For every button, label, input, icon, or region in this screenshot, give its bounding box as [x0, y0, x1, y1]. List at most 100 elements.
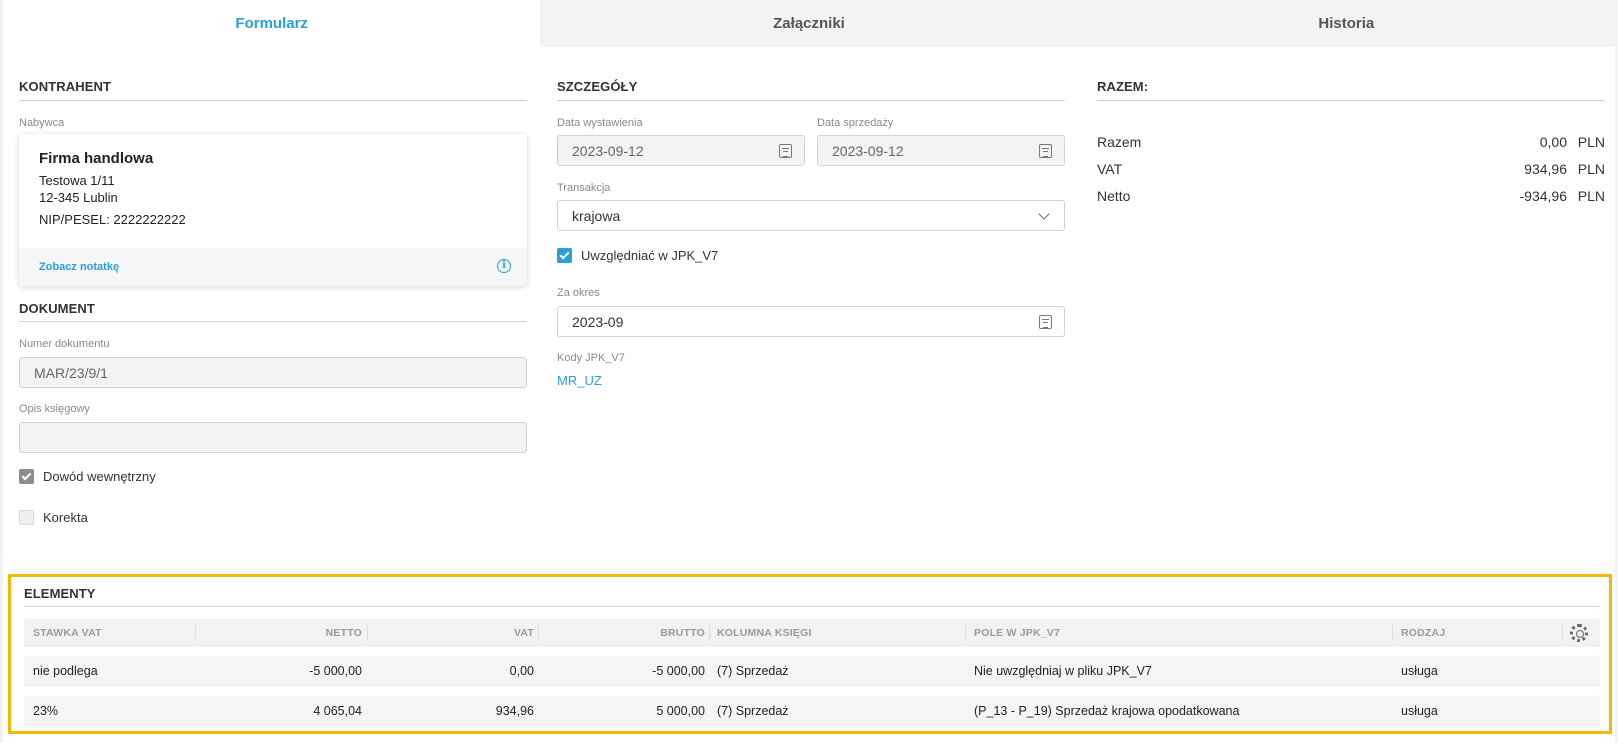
divider	[1097, 100, 1605, 101]
summary-value: 0,00	[1539, 134, 1567, 150]
summary-row: Netto -934,96 PLN	[1097, 188, 1605, 208]
cell-rodzaj: usługa	[1401, 704, 1438, 718]
table-header: STAWKA VAT NETTO VAT BRUTTO KOLUMNA KSIĘ…	[24, 619, 1600, 647]
elements-title: ELEMENTY	[24, 586, 96, 601]
elements-section: ELEMENTY STAWKA VAT NETTO VAT BRUTTO KOL…	[8, 574, 1612, 734]
internal-proof-checkbox[interactable]	[19, 469, 34, 484]
summary-label: VAT	[1097, 161, 1123, 177]
buyer-address-line2: 12-345 Lublin	[39, 190, 118, 205]
summary-value: 934,96	[1524, 161, 1567, 177]
buyer-nip: NIP/PESEL: 2222222222	[39, 212, 186, 227]
cell-brutto: -5 000,00	[652, 664, 705, 678]
summary-label: Netto	[1097, 188, 1131, 204]
form-panel: Formularz Załączniki Historia KONTRAHENT…	[3, 0, 1615, 743]
internal-proof-label: Dowód wewnętrzny	[43, 469, 156, 484]
transaction-select[interactable]: krajowa	[557, 200, 1065, 231]
cell-brutto: 5 000,00	[656, 704, 705, 718]
sale-date-value: 2023-09-12	[832, 142, 904, 159]
summary-row: Razem 0,00 PLN	[1097, 134, 1605, 154]
divider	[19, 100, 527, 101]
cell-kolumna-ksiegi: (7) Sprzedaż	[717, 664, 789, 678]
document-number-field[interactable]: MAR/23/9/1	[19, 357, 527, 388]
table-row[interactable]: nie podlega -5 000,00 0,00 -5 000,00 (7)…	[24, 656, 1600, 687]
cell-kolumna-ksiegi: (7) Sprzedaż	[717, 704, 789, 718]
kontrahent-title: KONTRAHENT	[19, 79, 111, 94]
cell-stawka-vat: 23%	[33, 704, 59, 718]
col-pole-jpk[interactable]: POLE W JPK_V7	[974, 619, 1060, 647]
gear-icon[interactable]	[1570, 624, 1588, 642]
issue-date-value: 2023-09-12	[572, 142, 644, 159]
jpk-label: Uwzględniać w JPK_V7	[581, 248, 719, 263]
col-rodzaj[interactable]: RODZAJ	[1401, 619, 1445, 647]
column-separator[interactable]	[538, 625, 539, 641]
calendar-icon[interactable]	[1039, 315, 1052, 329]
tab-formularz[interactable]: Formularz	[3, 0, 541, 47]
cell-netto: -5 000,00	[309, 664, 362, 678]
cell-stawka-vat: nie podlega	[33, 664, 98, 678]
dokument-title: DOKUMENT	[19, 301, 95, 316]
buyer-card-footer: Zobacz notatkę i	[19, 248, 527, 286]
tab-zalaczniki[interactable]: Załączniki	[540, 0, 1077, 47]
calendar-icon[interactable]	[1039, 144, 1052, 158]
check-icon	[21, 470, 32, 481]
col-stawka-vat[interactable]: STAWKA VAT	[33, 619, 102, 647]
sale-date-label: Data sprzedaży	[817, 117, 894, 129]
divider	[557, 100, 1065, 101]
document-number-label: Numer dokumentu	[19, 338, 110, 350]
sale-date-field[interactable]: 2023-09-12	[817, 135, 1065, 166]
summary-label: Razem	[1097, 134, 1142, 150]
document-number-value: MAR/23/9/1	[34, 364, 108, 381]
calendar-icon[interactable]	[779, 144, 792, 158]
column-separator[interactable]	[709, 625, 710, 641]
see-note-link[interactable]: Zobacz notatkę	[39, 261, 119, 273]
period-label: Za okres	[557, 287, 600, 299]
table-row[interactable]: 23% 4 065,04 934,96 5 000,00 (7) Sprzeda…	[24, 696, 1600, 727]
summary-currency: PLN	[1577, 188, 1605, 204]
column-separator[interactable]	[367, 625, 368, 641]
transaction-value: krajowa	[572, 207, 621, 224]
col-netto[interactable]: NETTO	[204, 619, 362, 647]
column-separator[interactable]	[1562, 625, 1563, 641]
col-brutto[interactable]: BRUTTO	[544, 619, 705, 647]
tab-historia[interactable]: Historia	[1078, 0, 1615, 47]
jpk-checkbox[interactable]	[557, 248, 572, 263]
transaction-label: Transakcja	[557, 182, 611, 194]
period-value: 2023-09	[572, 313, 624, 330]
col-kolumna-ksiegi[interactable]: KOLUMNA KSIĘGI	[717, 619, 812, 647]
issue-date-field[interactable]: 2023-09-12	[557, 135, 805, 166]
summary-currency: PLN	[1577, 134, 1605, 150]
buyer-address-line1: Testowa 1/11	[39, 173, 115, 188]
period-field[interactable]: 2023-09	[557, 306, 1065, 337]
info-icon[interactable]: i	[497, 259, 511, 273]
jpk-code-link[interactable]: MR_UZ	[557, 373, 602, 388]
divider	[24, 606, 1600, 607]
check-icon	[559, 249, 570, 260]
szczegoly-title: SZCZEGÓŁY	[557, 79, 638, 94]
cell-pole-jpk: Nie uwzględniaj w pliku JPK_V7	[974, 664, 1152, 678]
description-label: Opis księgowy	[19, 403, 90, 415]
cell-vat: 934,96	[495, 704, 534, 718]
buyer-label: Nabywca	[19, 117, 65, 129]
summary-row: VAT 934,96 PLN	[1097, 161, 1605, 181]
jpk-codes-label: Kody JPK_V7	[557, 352, 625, 364]
issue-date-label: Data wystawienia	[557, 117, 643, 129]
summary-currency: PLN	[1577, 161, 1605, 177]
buyer-name: Firma handlowa	[39, 150, 154, 167]
cell-rodzaj: usługa	[1401, 664, 1438, 678]
correction-label: Korekta	[43, 510, 88, 525]
tab-bar: Formularz Załączniki Historia	[3, 0, 1615, 47]
cell-netto: 4 065,04	[313, 704, 362, 718]
divider	[19, 321, 527, 322]
column-separator[interactable]	[965, 625, 966, 641]
column-separator[interactable]	[1392, 625, 1393, 641]
col-vat[interactable]: VAT	[374, 619, 534, 647]
summary-value: -934,96	[1519, 188, 1567, 204]
description-field[interactable]	[19, 422, 527, 453]
cell-pole-jpk: (P_13 - P_19) Sprzedaż krajowa opodatkow…	[974, 704, 1240, 718]
cell-vat: 0,00	[509, 664, 534, 678]
buyer-card[interactable]: Firma handlowa Testowa 1/11 12-345 Lubli…	[19, 134, 527, 286]
correction-checkbox[interactable]	[19, 510, 34, 525]
razem-title: RAZEM:	[1097, 79, 1149, 94]
column-separator[interactable]	[195, 625, 196, 641]
chevron-down-icon	[1038, 208, 1050, 220]
